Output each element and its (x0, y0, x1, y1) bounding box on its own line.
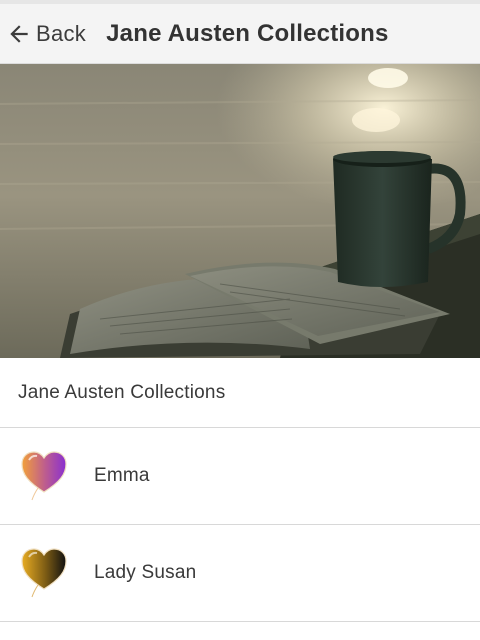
back-button[interactable]: Back (0, 4, 96, 63)
page-title: Jane Austen Collections (106, 19, 389, 47)
heart-balloon-icon (18, 448, 70, 504)
section-title: Jane Austen Collections (0, 358, 480, 428)
heart-balloon-icon (18, 545, 70, 601)
app-bar: Back Jane Austen Collections (0, 4, 480, 64)
list-item-lady-susan[interactable]: Lady Susan (0, 525, 480, 622)
list-item-emma[interactable]: Emma (0, 428, 480, 525)
arrow-left-icon (6, 21, 32, 47)
back-label: Back (36, 20, 87, 46)
list-item-label: Lady Susan (94, 562, 197, 583)
list-item-label: Emma (94, 465, 150, 486)
hero-image (0, 64, 480, 358)
